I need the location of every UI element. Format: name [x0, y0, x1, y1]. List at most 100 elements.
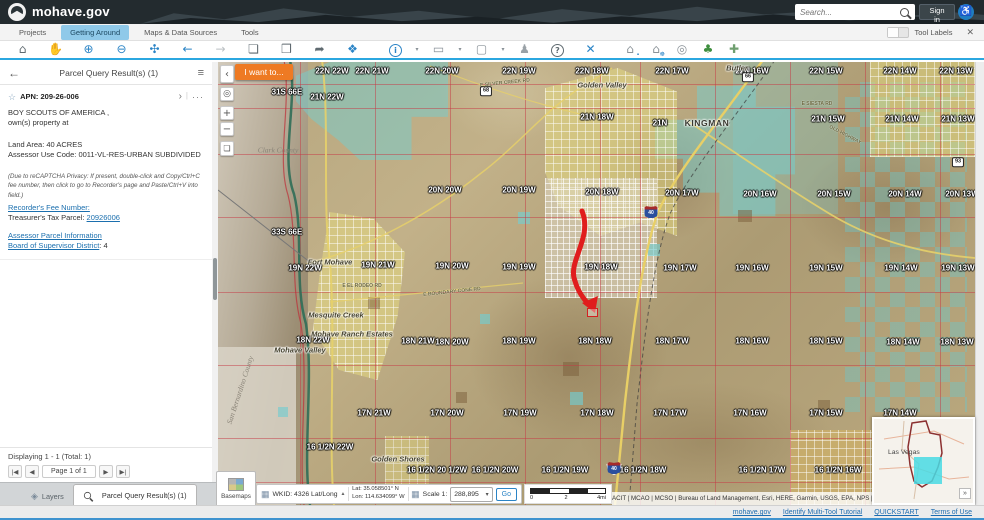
scrollbar-thumb[interactable] [213, 258, 217, 300]
scale-select[interactable]: 288,895 ▾ [450, 487, 492, 502]
i-want-to-button[interactable]: I want to... [235, 64, 293, 80]
township-label: 20N 16W [743, 190, 776, 199]
toolbar-parcel-settings-icon[interactable]: ⌂☸ [643, 40, 669, 58]
toolbar-add-data-icon[interactable]: ✚ [721, 40, 747, 58]
footer-link-identify-multi-tool-tutorial[interactable]: Identify Multi-Tool Tutorial [783, 509, 862, 516]
page-prev-button[interactable]: ◀ [25, 465, 39, 478]
toolbar-bookmarks-icon[interactable]: ❏ [237, 40, 270, 58]
recorders-fee-link[interactable]: Recorder's Fee Number: [8, 203, 90, 212]
assessor-info-link[interactable]: Assessor Parcel Information [8, 231, 102, 240]
tool-labels-toggle[interactable] [887, 27, 909, 38]
selected-parcel-outline[interactable] [587, 308, 598, 317]
township-label: 31S 66E [272, 88, 303, 97]
township-label: 17N 16W [733, 409, 766, 418]
toolbar-zoom-out-icon[interactable]: ⊖ [105, 40, 138, 58]
toolbar-identify-icon[interactable]: i [379, 40, 412, 58]
toolbar-home-icon[interactable]: ⌂ [6, 40, 39, 58]
toolbar-measure-dropdown-icon[interactable]: ▾ [455, 46, 465, 53]
toolbar-share-icon[interactable]: ❖ [336, 40, 369, 58]
panel-menu-icon[interactable]: ≡ [198, 67, 204, 79]
treasurer-parcel-link[interactable]: 20926006 [87, 213, 120, 222]
result-item-header[interactable]: ☆ APN: 209-26-006 › | ··· [8, 90, 204, 104]
toolbar-print-icon[interactable]: ❒ [270, 40, 303, 58]
sign-in-button[interactable]: Sign in [919, 4, 955, 20]
township-label: 19N 13W [941, 264, 974, 273]
wkid-caret-icon[interactable]: ▲ [341, 491, 346, 497]
accessibility-icon[interactable]: ♿ [958, 4, 974, 20]
zoom-out-button[interactable]: − [220, 122, 234, 136]
page-last-button[interactable]: ▶| [116, 465, 130, 478]
footer-link-quickstart[interactable]: QUICKSTART [874, 509, 918, 516]
township-label: 19N 14W [884, 264, 917, 273]
page-indicator: Page 1 of 1 [42, 465, 96, 478]
wkid-label[interactable]: WKID: 4326 Lat/Long [273, 491, 338, 498]
overview-map[interactable]: Las Vegas » [872, 417, 975, 505]
township-label: 18N 19W [502, 337, 535, 346]
county-label: Clark County [258, 146, 299, 155]
panel-scrollbar[interactable] [212, 62, 218, 482]
locate-icon[interactable]: ◎ [220, 87, 234, 101]
toolbar-pan-icon[interactable]: ✋ [39, 40, 72, 58]
toolbar-identify-dropdown-icon[interactable]: ▾ [412, 46, 422, 53]
footer-link-mohave-gov[interactable]: mohave.gov [733, 509, 771, 516]
close-toolbar-icon[interactable]: ✕ [966, 27, 974, 38]
basemap-icon [228, 478, 244, 491]
browser-scrollbar[interactable] [975, 62, 984, 505]
search-icon[interactable] [900, 8, 909, 17]
township-label: 19N 19W [502, 263, 535, 272]
search-box[interactable] [795, 4, 915, 20]
star-icon[interactable]: ☆ [8, 91, 16, 103]
page-first-button[interactable]: |◀ [8, 465, 22, 478]
zoom-in-button[interactable]: + [220, 106, 234, 120]
footer-link-terms-of-use[interactable]: Terms of Use [931, 509, 972, 516]
app-footer: mohave.gov Identify Multi-Tool Tutorial QU… [0, 505, 984, 520]
more-options-icon[interactable]: ··· [192, 91, 204, 103]
basemaps-button[interactable]: Basemaps [216, 471, 256, 507]
menu-tab-getting-around[interactable]: Getting Around [61, 25, 129, 40]
displaying-count: Displaying 1 - 1 (Total: 1) [8, 452, 204, 461]
township-label: 21N 22W [310, 93, 343, 102]
route-shield: 66 [742, 72, 754, 82]
toolbar-help-identify-icon[interactable]: ? [541, 40, 574, 58]
toolbar-select-icon[interactable]: ▢ [465, 40, 498, 58]
toolbar-streetview-icon[interactable]: ♟ [508, 40, 541, 58]
township-label: 20N 20W [428, 186, 461, 195]
collapse-panel-button[interactable]: ‹ [220, 65, 234, 83]
map-viewport[interactable]: 22N 22W22N 21W22N 20W22N 19W22N 18W22N 1… [218, 62, 975, 505]
supervisor-district-link[interactable]: Board of Supervisor District [8, 241, 99, 250]
menu-tab-projects[interactable]: Projects [10, 25, 55, 40]
page-next-button[interactable]: ▶ [99, 465, 113, 478]
back-arrow-icon[interactable]: ← [8, 66, 20, 80]
township-label: 21N 14W [885, 115, 918, 124]
menu-tab-tools[interactable]: Tools [232, 25, 268, 40]
toolbar-zoom-to-parcel-icon[interactable]: ⌂▪ [617, 40, 643, 58]
expand-chevron-icon[interactable]: › [179, 90, 182, 104]
toolbar-zoom-in-icon[interactable]: ⊕ [72, 40, 105, 58]
panel-title: Parcel Query Result(s) (1) [20, 68, 198, 78]
toolbar-clear-icon[interactable]: ✕ [574, 40, 607, 58]
bottom-dock: ◈ Layers Parcel Query Result(s) (1) [0, 482, 218, 506]
results-pager: Displaying 1 - 1 (Total: 1) |◀◀Page 1 of… [0, 447, 212, 482]
mohave-logo-icon [8, 3, 26, 21]
tab-layers[interactable]: ◈ Layers [22, 486, 73, 506]
toolbar-forward-icon[interactable]: → [204, 40, 237, 58]
toolbar-search-map-icon[interactable]: ◎ [669, 40, 695, 58]
toolbar-vegetation-icon[interactable]: ♣ [695, 40, 721, 58]
toolbar-full-extent-icon[interactable]: ✣ [138, 40, 171, 58]
red-arrow-annotation [573, 211, 589, 305]
toolbar-export-icon[interactable]: ➦ [303, 40, 336, 58]
tab-parcel-query-results[interactable]: Parcel Query Result(s) (1) [73, 484, 197, 506]
menu-tab-maps-data-sources[interactable]: Maps & Data Sources [135, 25, 226, 40]
inset-toggle-button[interactable]: » [959, 488, 971, 499]
toolbar-measure-icon[interactable]: ▭ [422, 40, 455, 58]
township-label: 17N 17W [653, 409, 686, 418]
toolbar-select-dropdown-icon[interactable]: ▾ [498, 46, 508, 53]
go-button[interactable]: Go [496, 488, 517, 501]
owner-name: BOY SCOUTS OF AMERICA , [8, 108, 204, 118]
search-input[interactable] [795, 8, 900, 17]
toolbar-back-icon[interactable]: ← [171, 40, 204, 58]
bookmark-icon[interactable]: ❏ [220, 141, 234, 156]
land-area: Land Area: 40 ACRES [8, 140, 204, 150]
results-panel: ← Parcel Query Result(s) (1) ≡ ☆ APN: 20… [0, 62, 213, 482]
parcel-settings-badge-icon: ☸ [660, 52, 665, 58]
